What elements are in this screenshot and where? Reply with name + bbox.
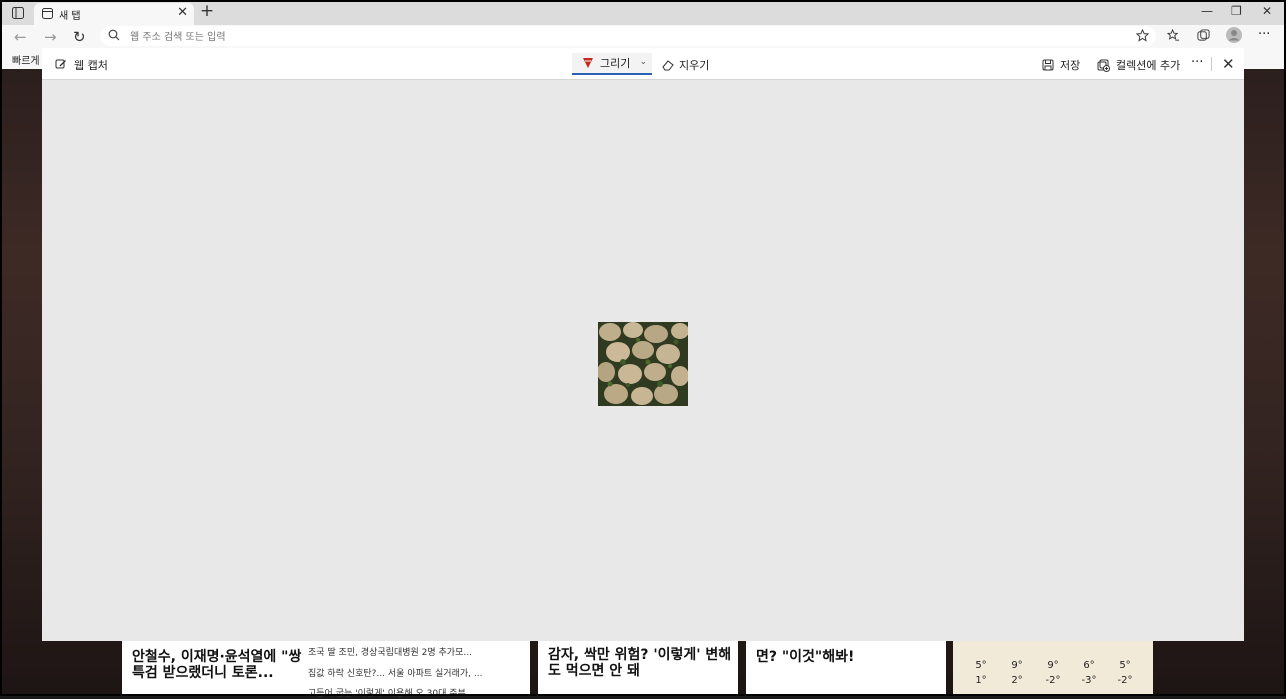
eraser-icon [662, 59, 674, 71]
add-favorite-icon[interactable] [1135, 28, 1150, 45]
draw-button[interactable]: 그리기 ⌄ [572, 53, 652, 75]
back-icon[interactable]: ← [14, 28, 27, 46]
weather-day-2: 9° 2° [1011, 660, 1023, 686]
chevron-down-icon[interactable]: ⌄ [639, 57, 647, 67]
save-button-label: 저장 [1060, 59, 1081, 72]
news-item-2[interactable]: 집값 하락 신호탄?... 서울 아파트 실거래가, ... [308, 666, 482, 679]
news-card-1[interactable]: 안철수, 이재명·윤석열에 "쌍특검 받으랬더니 토론... 조국 딸 조민, … [122, 640, 530, 699]
settings-more-icon[interactable]: ··· [1258, 27, 1270, 42]
potatoes-image [598, 322, 688, 406]
web-capture-title-text: 웹 캡처 [74, 59, 108, 72]
forward-icon[interactable]: → [44, 28, 57, 46]
web-capture-toolbar: 웹 캡처 그리기 ⌄ 지우기 저장 컬렉션에 추가 ··· ✕ [42, 48, 1244, 80]
favorites-icon[interactable] [1166, 28, 1180, 45]
pen-icon [582, 57, 594, 69]
weather-day-3: 9° -2° [1045, 660, 1061, 686]
weather-day-1: 5° 1° [975, 660, 987, 686]
new-tab-button[interactable]: + [198, 3, 216, 21]
captured-image-preview [598, 322, 688, 406]
new-tab-icon [42, 8, 53, 22]
close-capture-icon[interactable]: ✕ [1222, 55, 1235, 73]
news-card-3-headline[interactable]: 면? "이것"해봐! [756, 649, 940, 665]
tab-strip: 새 탭 ✕ + — ❐ ✕ [0, 0, 1286, 25]
search-icon [108, 29, 120, 44]
web-capture-panel: 웹 캡처 그리기 ⌄ 지우기 저장 컬렉션에 추가 ··· ✕ [42, 48, 1244, 641]
news-item-3[interactable]: 고등어 굽는 '이렇게' 이용해 오 30대 주부... [308, 686, 474, 699]
tab-actions-icon[interactable] [8, 4, 28, 22]
save-icon [1042, 59, 1054, 71]
collection-add-icon [1097, 59, 1110, 72]
web-capture-icon [55, 58, 67, 73]
browser-toolbar: ← → ↻ ··· [0, 25, 1286, 47]
news-card-2[interactable]: 감자, 싹만 위험? '이렇게' 변해도 먹으면 안 돼 [538, 640, 738, 694]
collections-icon[interactable] [1197, 29, 1210, 45]
minimize-icon[interactable]: — [1201, 4, 1213, 18]
address-bar[interactable] [100, 26, 1156, 47]
news-card-1-headline[interactable]: 안철수, 이재명·윤석열에 "쌍특검 받으랬더니 토론... [132, 649, 302, 681]
erase-button-label: 지우기 [679, 59, 710, 72]
tab-title: 새 탭 [59, 11, 81, 22]
more-options-button[interactable]: ··· [1191, 55, 1203, 70]
profile-avatar[interactable] [1226, 27, 1242, 46]
refresh-icon[interactable]: ↻ [73, 28, 86, 46]
news-card-3[interactable]: 면? "이것"해봐! [746, 640, 946, 694]
tab-new-tab[interactable]: 새 탭 ✕ [34, 3, 194, 25]
weather-day-5: 5° -2° [1117, 660, 1133, 686]
toolbar-divider [1211, 57, 1212, 71]
restore-icon[interactable]: ❐ [1231, 4, 1242, 18]
web-capture-title: 웹 캡처 [55, 57, 108, 73]
news-item-1[interactable]: 조국 딸 조민, 경상국립대병원 2명 추가모... [308, 645, 472, 658]
tab-close-icon[interactable]: ✕ [177, 5, 188, 20]
news-card-2-headline[interactable]: 감자, 싹만 위험? '이렇게' 변해도 먹으면 안 돼 [548, 647, 732, 679]
erase-button[interactable]: 지우기 [662, 57, 709, 73]
weather-day-4: 6° -3° [1081, 660, 1097, 686]
weather-widget[interactable]: 5° 1° 9° 2° 9° -2° 6° -3° 5° -2° [953, 636, 1153, 694]
more-icon: ··· [1191, 55, 1204, 70]
draw-button-label: 그리기 [600, 57, 631, 70]
save-button[interactable]: 저장 [1042, 57, 1080, 73]
window-close-icon[interactable]: ✕ [1262, 4, 1272, 18]
add-to-collection-label: 컬렉션에 추가 [1116, 59, 1181, 72]
add-to-collection-button[interactable]: 컬렉션에 추가 [1097, 57, 1180, 73]
address-input[interactable] [128, 27, 1032, 47]
